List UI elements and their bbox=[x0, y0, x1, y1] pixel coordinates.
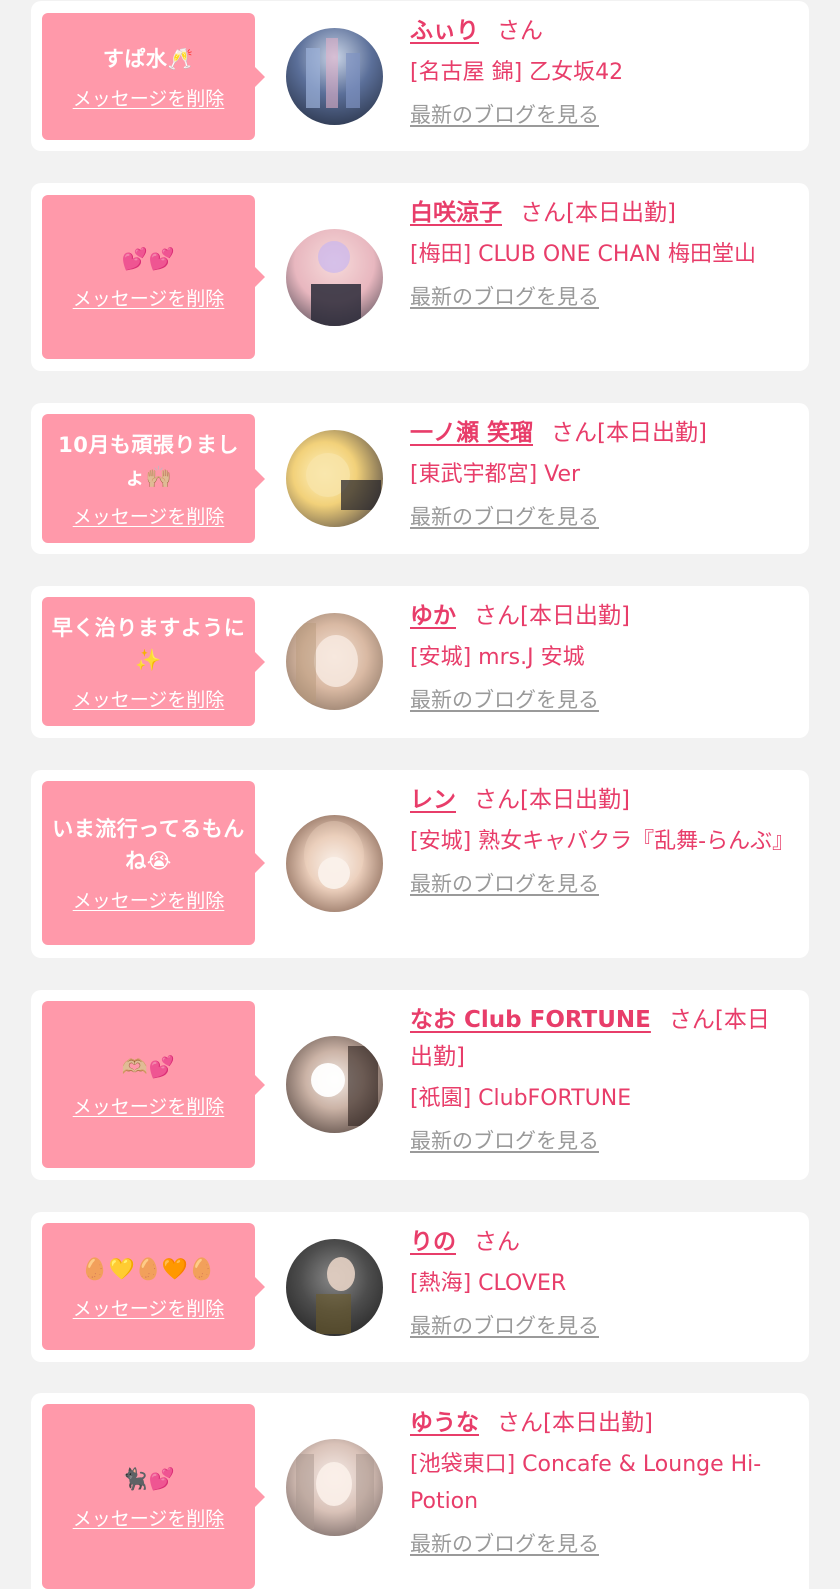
shop-text: [熱海] CLOVER bbox=[410, 1271, 567, 1296]
name-line: レン さん[本日出勤] bbox=[410, 782, 790, 819]
honorific-text: さん[本日出勤] bbox=[474, 787, 630, 813]
avatar[interactable] bbox=[286, 28, 383, 125]
name-line: 白咲涼子 さん[本日出勤] bbox=[410, 195, 790, 232]
list-item: 早く治りますように✨ メッセージを削除 ゆか さん[本日出勤] [安城] mrs.… bbox=[31, 586, 809, 738]
cast-name-link[interactable]: ふぃり bbox=[410, 18, 479, 44]
delete-message-link[interactable]: メッセージを削除 bbox=[73, 287, 225, 311]
honorific-text: さん[本日出勤] bbox=[497, 1410, 653, 1436]
cast-name-link[interactable]: 一ノ瀬 笑瑠 bbox=[410, 420, 533, 446]
message-bubble: 🫶🏼💕 メッセージを削除 bbox=[42, 1001, 265, 1168]
name-line: ゆうな さん[本日出勤] bbox=[410, 1405, 790, 1442]
entry-info: なお Club FORTUNE さん[本日出勤] [祇園] ClubFORTUNE… bbox=[410, 1002, 790, 1155]
name-line: ふぃり さん bbox=[410, 13, 790, 50]
list-item: いま流行ってるもんね😭 メッセージを削除 レン さん[本日出勤] [安城] 熟女キ… bbox=[31, 770, 809, 958]
latest-blog-link[interactable]: 最新のブログを見る bbox=[410, 101, 599, 129]
avatar-photo-icon bbox=[316, 1257, 355, 1334]
latest-blog-link[interactable]: 最新のブログを見る bbox=[410, 1530, 599, 1558]
avatar[interactable] bbox=[286, 1439, 383, 1536]
cast-name-link[interactable]: りの bbox=[410, 1229, 456, 1255]
shop-text: [池袋東口] Concafe & Lounge Hi-Potion bbox=[410, 1452, 762, 1514]
avatar[interactable] bbox=[286, 815, 383, 912]
avatar[interactable] bbox=[286, 229, 383, 326]
avatar-photo-icon bbox=[306, 38, 360, 108]
honorific-text: さん[本日出勤] bbox=[520, 200, 676, 226]
latest-blog-link[interactable]: 最新のブログを見る bbox=[410, 503, 599, 531]
list-item: 🫶🏼💕 メッセージを削除 なお Club FORTUNE さん[本日出勤] [祇園… bbox=[31, 990, 809, 1180]
name-line: ゆか さん[本日出勤] bbox=[410, 598, 790, 635]
avatar[interactable] bbox=[286, 1036, 383, 1133]
shop-text: [名古屋 錦] 乙女坂42 bbox=[410, 60, 624, 85]
message-bubble: 🥚💛🥚🧡🥚 メッセージを削除 bbox=[42, 1223, 265, 1350]
avatar-photo-icon bbox=[306, 453, 381, 510]
latest-blog-link[interactable]: 最新のブログを見る bbox=[410, 1127, 599, 1155]
message-text: 🥚💛🥚🧡🥚 bbox=[81, 1256, 216, 1281]
shop-text: [東武宇都宮] Ver bbox=[410, 462, 581, 487]
cast-name-link[interactable]: なお Club FORTUNE bbox=[410, 1007, 651, 1033]
name-line: なお Club FORTUNE さん[本日出勤] bbox=[410, 1002, 790, 1076]
delete-message-link[interactable]: メッセージを削除 bbox=[73, 87, 225, 111]
cast-name-link[interactable]: ゆうな bbox=[410, 1410, 479, 1436]
honorific-text: さん bbox=[497, 18, 543, 44]
shop-text: [安城] mrs.J 安城 bbox=[410, 645, 585, 670]
honorific-text: さん[本日出勤] bbox=[474, 603, 630, 629]
honorific-text: さん[本日出勤] bbox=[551, 420, 707, 446]
avatar-photo-icon bbox=[304, 821, 364, 889]
cast-name-link[interactable]: ゆか bbox=[410, 603, 456, 629]
latest-blog-link[interactable]: 最新のブログを見る bbox=[410, 1312, 599, 1340]
avatar-photo-icon bbox=[311, 1046, 378, 1126]
delete-message-link[interactable]: メッセージを削除 bbox=[73, 1507, 225, 1531]
list-item: 🐈‍⬛💕 メッセージを削除 ゆうな さん[本日出勤] [池袋東口] Concafe… bbox=[31, 1393, 809, 1589]
entry-info: 一ノ瀬 笑瑠 さん[本日出勤] [東武宇都宮] Ver 最新のブログを見る bbox=[410, 415, 790, 531]
name-line: 一ノ瀬 笑瑠 さん[本日出勤] bbox=[410, 415, 790, 452]
message-bubble: 10月も頑張りましょ🙌🏼 メッセージを削除 bbox=[42, 414, 265, 543]
honorific-text: さん bbox=[474, 1229, 520, 1255]
shop-text: [梅田] CLUB ONE CHAN 梅田堂山 bbox=[410, 242, 756, 267]
delete-message-link[interactable]: メッセージを削除 bbox=[73, 688, 225, 712]
entry-info: りの さん [熱海] CLOVER 最新のブログを見る bbox=[410, 1224, 790, 1340]
list-item: 10月も頑張りましょ🙌🏼 メッセージを削除 一ノ瀬 笑瑠 さん[本日出勤] [東武… bbox=[31, 403, 809, 554]
list-item: 💕💕 メッセージを削除 白咲涼子 さん[本日出勤] [梅田] CLUB ONE C… bbox=[31, 183, 809, 371]
list-item: 🥚💛🥚🧡🥚 メッセージを削除 りの さん [熱海] CLOVER 最新のブログを見… bbox=[31, 1212, 809, 1362]
avatar-photo-icon bbox=[296, 1454, 374, 1529]
list-item: すぱ水🥂 メッセージを削除 ふぃり さん [名古屋 錦] 乙女坂42 最新のブログ… bbox=[31, 1, 809, 151]
delete-message-link[interactable]: メッセージを削除 bbox=[73, 1095, 225, 1119]
cast-name-link[interactable]: 白咲涼子 bbox=[410, 200, 502, 226]
message-bubble: 💕💕 メッセージを削除 bbox=[42, 195, 265, 359]
message-text: 早く治りますように✨ bbox=[51, 615, 246, 672]
message-bubble: すぱ水🥂 メッセージを削除 bbox=[42, 13, 265, 140]
delete-message-link[interactable]: メッセージを削除 bbox=[73, 889, 225, 913]
avatar[interactable] bbox=[286, 1239, 383, 1336]
entry-info: ゆか さん[本日出勤] [安城] mrs.J 安城 最新のブログを見る bbox=[410, 598, 790, 714]
message-bubble: いま流行ってるもんね😭 メッセージを削除 bbox=[42, 781, 265, 945]
latest-blog-link[interactable]: 最新のブログを見る bbox=[410, 283, 599, 311]
message-text: すぱ水🥂 bbox=[102, 46, 195, 71]
delete-message-link[interactable]: メッセージを削除 bbox=[73, 1297, 225, 1321]
latest-blog-link[interactable]: 最新のブログを見る bbox=[410, 870, 599, 898]
entry-info: 白咲涼子 さん[本日出勤] [梅田] CLUB ONE CHAN 梅田堂山 最新の… bbox=[410, 195, 790, 311]
entry-info: ゆうな さん[本日出勤] [池袋東口] Concafe & Lounge Hi-P… bbox=[410, 1405, 790, 1558]
message-bubble: 早く治りますように✨ メッセージを削除 bbox=[42, 597, 265, 726]
cast-name-link[interactable]: レン bbox=[410, 787, 456, 813]
avatar-photo-icon bbox=[296, 623, 358, 703]
shop-text: [祇園] ClubFORTUNE bbox=[410, 1086, 632, 1111]
latest-blog-link[interactable]: 最新のブログを見る bbox=[410, 686, 599, 714]
entry-info: ふぃり さん [名古屋 錦] 乙女坂42 最新のブログを見る bbox=[410, 13, 790, 129]
message-text: 🫶🏼💕 bbox=[121, 1054, 176, 1079]
shop-text: [安城] 熟女キャバクラ『乱舞-らんぶ』 bbox=[410, 829, 795, 854]
avatar[interactable] bbox=[286, 613, 383, 710]
message-text: 💕💕 bbox=[121, 247, 176, 271]
avatar-photo-icon bbox=[311, 241, 361, 326]
message-bubble: 🐈‍⬛💕 メッセージを削除 bbox=[42, 1404, 265, 1589]
message-text: 🐈‍⬛💕 bbox=[121, 1466, 176, 1491]
entry-info: レン さん[本日出勤] [安城] 熟女キャバクラ『乱舞-らんぶ』 最新のブログを見… bbox=[410, 782, 795, 898]
delete-message-link[interactable]: メッセージを削除 bbox=[73, 505, 225, 529]
name-line: りの さん bbox=[410, 1224, 790, 1261]
message-text: いま流行ってるもんね😭 bbox=[52, 817, 245, 873]
avatar[interactable] bbox=[286, 430, 383, 527]
message-text: 10月も頑張りましょ🙌🏼 bbox=[58, 432, 239, 489]
